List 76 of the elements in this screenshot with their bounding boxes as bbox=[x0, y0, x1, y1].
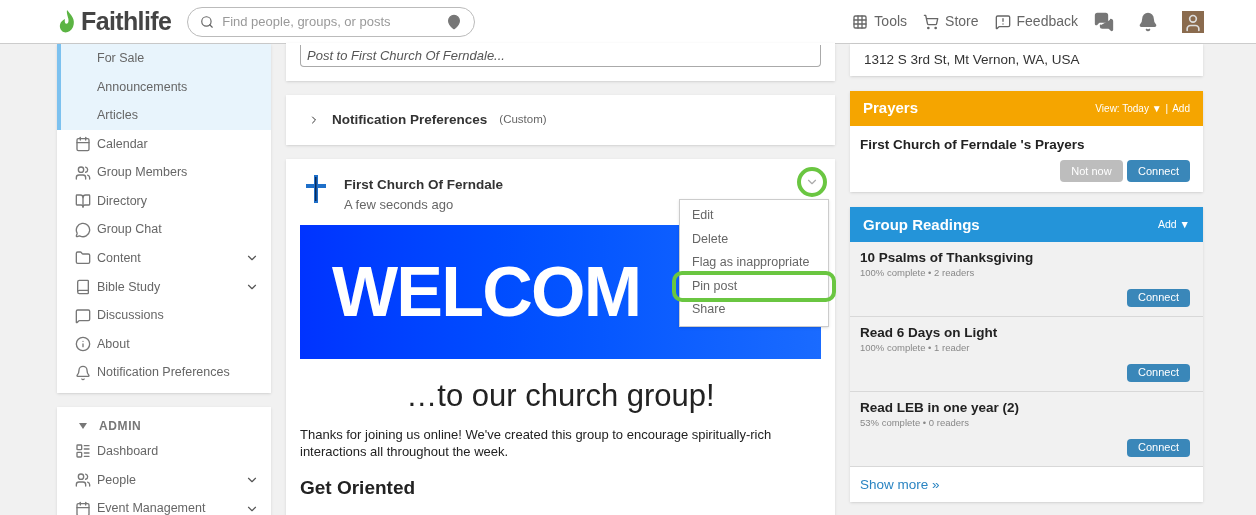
prayers-subtitle: First Church of Ferndale 's Prayers bbox=[860, 136, 1086, 154]
preferences-note: (Custom) bbox=[499, 112, 547, 128]
discussion-icon bbox=[75, 307, 91, 324]
book-icon bbox=[75, 193, 91, 210]
chat-icon bbox=[75, 221, 91, 238]
sidebar-item[interactable]: Content bbox=[57, 244, 271, 273]
section-title: ADMIN bbox=[99, 418, 142, 436]
calendar-icon bbox=[75, 500, 91, 515]
menu-item[interactable]: Delete bbox=[680, 227, 828, 251]
sidebar-item[interactable]: Announcements bbox=[57, 72, 271, 102]
search-field[interactable]: Find people, groups, or posts bbox=[222, 11, 439, 32]
address-text: 1312 S 3rd St, Mt Vernon, WA, USA bbox=[864, 50, 1080, 69]
sidebar-item[interactable]: About bbox=[57, 329, 271, 359]
folder-icon bbox=[75, 250, 91, 267]
feedback-icon bbox=[994, 13, 1011, 30]
show-more-link[interactable]: Show more » bbox=[860, 474, 940, 495]
reading-title[interactable]: 10 Psalms of Thanksgiving bbox=[860, 250, 1193, 267]
reading-meta: 100% complete • 1 reader bbox=[860, 341, 971, 356]
reading-meta: 100% complete • 2 readers bbox=[860, 266, 976, 281]
post-time: A few seconds ago bbox=[344, 196, 455, 215]
prayers-title: Prayers bbox=[863, 98, 920, 119]
search-icon bbox=[200, 14, 215, 29]
sidebar-item[interactable]: Dashboard bbox=[57, 437, 271, 466]
connect-button[interactable]: Connect bbox=[1127, 160, 1190, 183]
post-heading: …to our church group! bbox=[405, 376, 716, 415]
post-author[interactable]: First Church Of Ferndale bbox=[344, 175, 504, 196]
menu-item[interactable]: Flag as inappropriate bbox=[680, 251, 828, 275]
add-link[interactable]: Add ▼ bbox=[1158, 216, 1190, 233]
book-icon bbox=[75, 279, 91, 296]
separator-text: | bbox=[1164, 102, 1170, 116]
people-icon bbox=[75, 164, 91, 181]
menu-item[interactable]: Share bbox=[680, 298, 828, 322]
post-menu-toggle[interactable] bbox=[797, 167, 827, 197]
reading-title[interactable]: Read 6 Days on Light bbox=[860, 325, 1193, 342]
connect-button[interactable]: Connect bbox=[1127, 288, 1190, 307]
people-icon bbox=[75, 472, 91, 488]
sidebar-item[interactable]: Articles bbox=[57, 101, 271, 130]
calendar-icon bbox=[75, 136, 91, 153]
sidebar-item[interactable]: Group Chat bbox=[57, 215, 271, 245]
sidebar-item[interactable]: For Sale bbox=[57, 44, 271, 73]
nav-link[interactable]: Tools bbox=[852, 11, 908, 32]
cart-icon bbox=[923, 13, 940, 30]
list-icon bbox=[75, 443, 91, 460]
nav-link[interactable]: Feedback bbox=[994, 11, 1078, 32]
sidebar-item[interactable]: Bible Study bbox=[57, 272, 271, 302]
connect-button[interactable]: Connect bbox=[1127, 438, 1190, 457]
cross-logo-icon bbox=[306, 175, 326, 203]
info-icon bbox=[75, 336, 91, 353]
reading-title[interactable]: Read LEB in one year (2) bbox=[860, 400, 1193, 417]
bell-icon bbox=[75, 364, 91, 381]
sidebar-item[interactable]: Notification Preferences bbox=[57, 358, 271, 388]
nav-link[interactable]: Store bbox=[923, 11, 979, 32]
connect-button[interactable]: Connect bbox=[1127, 363, 1190, 382]
sidebar-item[interactable]: Calendar bbox=[57, 129, 271, 159]
sidebar-item[interactable]: Group Members bbox=[57, 158, 271, 187]
grid-icon bbox=[852, 13, 869, 30]
sidebar-item[interactable]: Discussions bbox=[57, 301, 271, 330]
sidebar-item[interactable]: Directory bbox=[57, 186, 271, 216]
bell-icon[interactable] bbox=[1138, 11, 1158, 32]
banner-text: WELCOM bbox=[332, 256, 641, 327]
avatar[interactable] bbox=[1182, 10, 1204, 33]
logo-text: Faithlife bbox=[81, 5, 172, 37]
reading-meta: 53% complete • 0 readers bbox=[860, 416, 970, 431]
chat-icon[interactable] bbox=[1094, 11, 1114, 32]
menu-item[interactable]: Edit bbox=[680, 204, 828, 228]
flame-logo-icon bbox=[57, 8, 77, 35]
readings-title: Group Readings bbox=[863, 214, 981, 235]
preferences-title: Notification Preferences bbox=[332, 110, 488, 129]
preferences-card[interactable]: Notification Preferences (Custom) bbox=[286, 95, 835, 145]
post-input[interactable]: Post to First Church Of Ferndale... bbox=[300, 45, 821, 67]
collapse-triangle-icon[interactable] bbox=[79, 423, 87, 430]
sidebar-item[interactable]: Event Management bbox=[57, 494, 271, 515]
sidebar-item[interactable]: People bbox=[57, 465, 271, 495]
post-subheading: Get Oriented bbox=[300, 475, 417, 500]
post-body: Thanks for joining us online! We've created this group to encourage spiritually-rich interactions all throughout the week. bbox=[300, 425, 773, 460]
location-pin-icon bbox=[446, 13, 463, 30]
